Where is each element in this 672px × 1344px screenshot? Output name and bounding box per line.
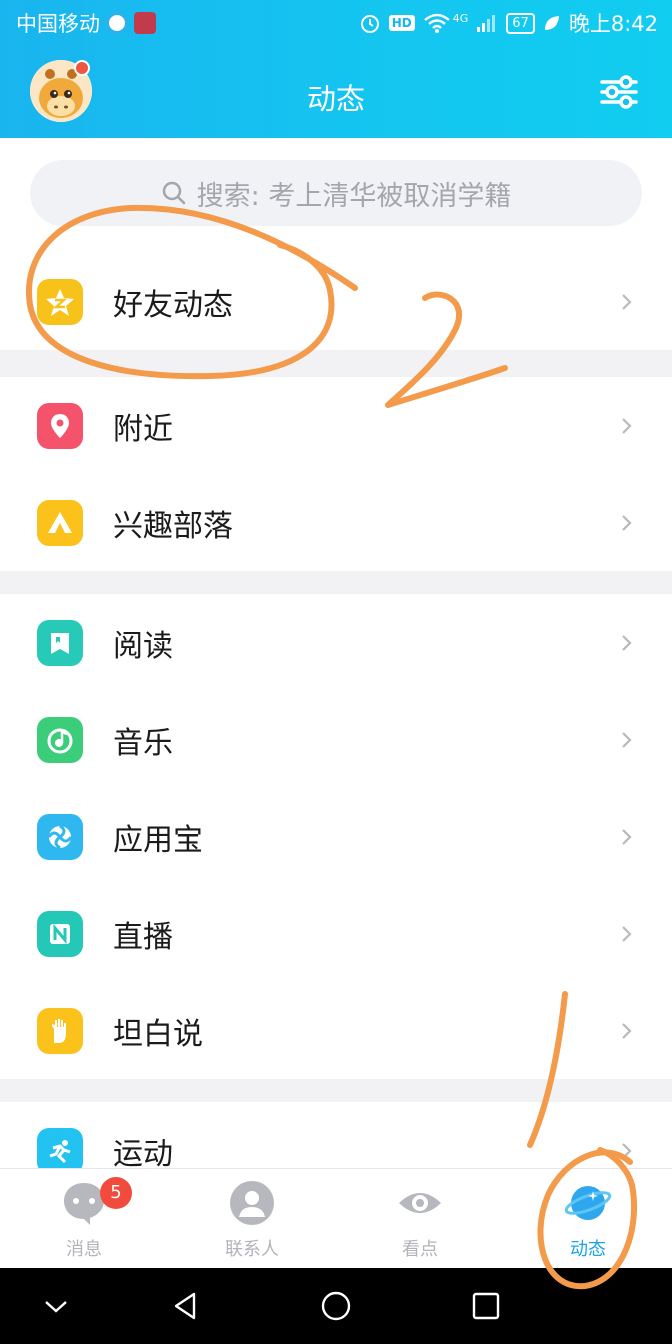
group-social: 附近 兴趣部落 xyxy=(0,377,672,571)
tent-icon xyxy=(37,499,83,546)
tab-feed[interactable]: 动态 xyxy=(504,1169,672,1269)
hand-icon xyxy=(37,1007,83,1054)
search-section: 搜索: 考上清华被取消学籍 xyxy=(0,138,672,253)
clock-label: 晚上8:42 xyxy=(568,12,658,36)
status-news-icon xyxy=(134,12,156,34)
back-triangle-icon[interactable] xyxy=(166,1286,206,1326)
list-item-label: 阅读 xyxy=(113,628,173,664)
status-bar: 中国移动 HD 4G 67 晚上8:42 xyxy=(0,0,672,48)
search-icon xyxy=(162,181,185,205)
list-item-label: 坦白说 xyxy=(113,1016,203,1052)
status-left: 中国移动 xyxy=(16,8,156,38)
list-item-sports[interactable]: 运动 xyxy=(0,1102,672,1168)
list-item-friend-feed[interactable]: 好友动态 xyxy=(0,253,672,350)
chevron-right-icon xyxy=(622,1022,632,1039)
status-right: HD 4G 67 晚上8:42 xyxy=(359,8,658,38)
leaf-icon xyxy=(544,16,559,30)
chevron-right-icon xyxy=(622,417,632,434)
list-item-music[interactable]: 音乐 xyxy=(0,691,672,788)
list-item-label: 好友动态 xyxy=(113,287,233,323)
list-item-label: 直播 xyxy=(113,919,173,955)
recents-square-icon[interactable] xyxy=(466,1286,506,1326)
page-title: 动态 xyxy=(306,82,365,116)
chevron-right-icon xyxy=(622,828,632,845)
unread-badge: 5 xyxy=(100,1177,132,1209)
list-item-nearby[interactable]: 附近 xyxy=(0,377,672,474)
settings-sliders-icon[interactable] xyxy=(598,72,640,112)
list-item-live[interactable]: 直播 xyxy=(0,885,672,982)
carrier-label: 中国移动 xyxy=(16,12,100,36)
chevron-right-icon xyxy=(622,1142,632,1159)
system-nav-bar xyxy=(0,1268,672,1344)
app-store-icon xyxy=(37,813,83,860)
location-pin-icon xyxy=(37,402,83,449)
eye-icon xyxy=(399,1193,441,1213)
home-circle-icon[interactable] xyxy=(316,1286,356,1326)
book-icon xyxy=(37,619,83,666)
list-item-label: 兴趣部落 xyxy=(113,508,233,544)
content-area[interactable]: 搜索: 考上清华被取消学籍 好友动态 附近 兴趣部落 阅读 音乐 应用宝 直播 … xyxy=(0,138,672,1168)
network-type: 4G xyxy=(452,11,469,25)
alarm-icon xyxy=(360,15,379,33)
qzone-star-icon xyxy=(37,278,83,325)
bottom-tab-bar: 5 消息 联系人 看点 动态 xyxy=(0,1168,672,1268)
list-item-label: 运动 xyxy=(113,1136,173,1169)
list-item-tribe[interactable]: 兴趣部落 xyxy=(0,474,672,571)
tab-discover[interactable]: 看点 xyxy=(336,1169,504,1269)
group-friends: 好友动态 xyxy=(0,253,672,350)
live-n-icon xyxy=(37,910,83,957)
chevron-right-icon xyxy=(622,514,632,531)
chevron-right-icon xyxy=(622,634,632,651)
group-services: 阅读 音乐 应用宝 直播 坦白说 xyxy=(0,594,672,1079)
chevron-right-icon xyxy=(622,731,632,748)
app-header: 中国移动 HD 4G 67 晚上8:42 动态 xyxy=(0,0,672,138)
list-item-reading[interactable]: 阅读 xyxy=(0,594,672,691)
tab-label: 消息 xyxy=(66,1239,102,1260)
list-item-label: 应用宝 xyxy=(113,822,203,858)
list-item-app-store[interactable]: 应用宝 xyxy=(0,788,672,885)
music-note-icon xyxy=(37,716,83,763)
chevron-down-icon[interactable] xyxy=(36,1286,76,1326)
list-item-confess[interactable]: 坦白说 xyxy=(0,982,672,1079)
wifi-icon xyxy=(423,13,450,33)
search-placeholder: 搜索: 考上清华被取消学籍 xyxy=(196,180,512,212)
list-item-label: 音乐 xyxy=(113,725,173,761)
hd-badge: HD xyxy=(388,15,415,31)
tab-label: 动态 xyxy=(570,1239,606,1260)
running-icon xyxy=(37,1127,83,1168)
notification-dot xyxy=(74,60,90,76)
tab-label: 联系人 xyxy=(225,1239,279,1260)
signal-icon xyxy=(477,15,496,32)
planet-icon xyxy=(564,1186,612,1220)
chevron-right-icon xyxy=(622,925,632,942)
list-item-label: 附近 xyxy=(113,411,173,447)
tab-label: 看点 xyxy=(402,1239,438,1260)
contact-person-icon xyxy=(230,1181,274,1225)
chevron-right-icon xyxy=(622,293,632,310)
tab-contacts[interactable]: 联系人 xyxy=(168,1169,336,1269)
battery-indicator: 67 xyxy=(506,12,535,34)
status-app-icon xyxy=(106,12,128,34)
tab-messages[interactable]: 5 消息 xyxy=(0,1169,168,1269)
search-input[interactable]: 搜索: 考上清华被取消学籍 xyxy=(30,160,642,226)
group-sports: 运动 xyxy=(0,1102,672,1168)
